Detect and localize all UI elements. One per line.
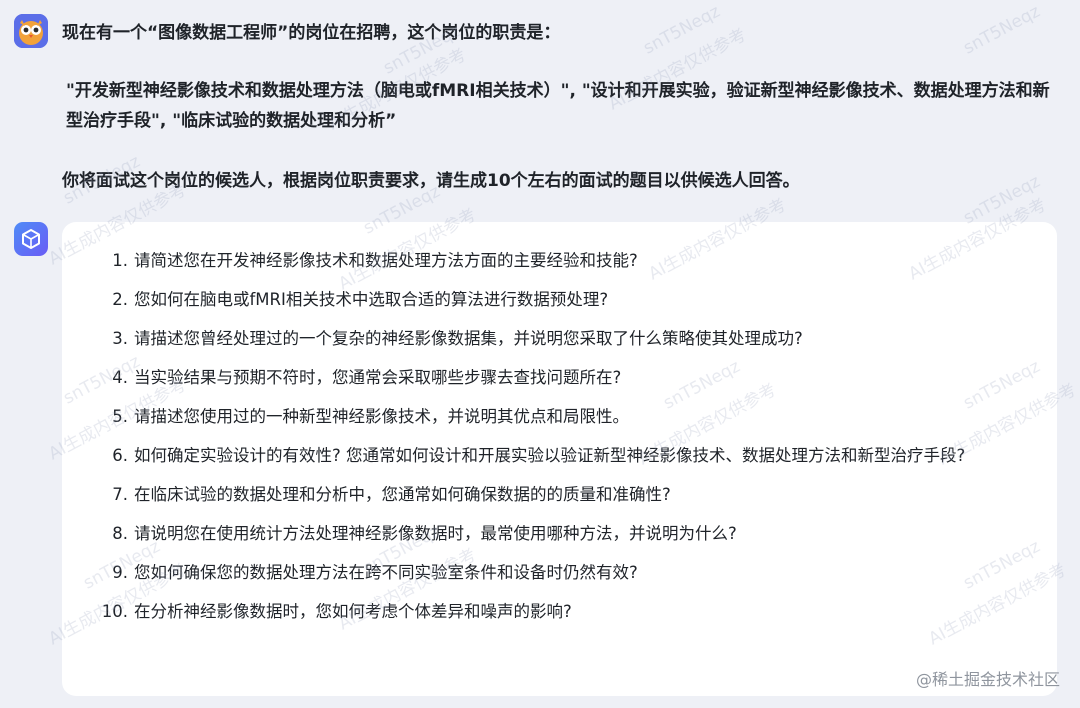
list-item: 3. 请描述您曾经处理过的一个复杂的神经影像数据集，并说明您采取了什么策略使其处理…	[62, 324, 1057, 354]
list-item: 6. 如何确定实验设计的有效性? 您通常如何设计和开展实验以验证新型神经影像技术、…	[62, 441, 1057, 471]
list-item: 1. 请简述您在开发神经影像技术和数据处理方法方面的主要经验和技能?	[62, 246, 1057, 276]
list-item-number: 1.	[112, 251, 128, 270]
user-avatar	[14, 14, 48, 48]
list-item-number: 8.	[112, 524, 128, 543]
list-item-text: 您如何确保您的数据处理方法在跨不同实验室条件和设备时仍然有效?	[134, 563, 638, 582]
user-message-line-1: 现在有一个“图像数据工程师”的岗位在招聘，这个岗位的职责是：	[62, 23, 561, 43]
list-item-number: 4.	[112, 368, 128, 387]
list-item: 2. 您如何在脑电或fMRI相关技术中选取合适的算法进行数据预处理?	[62, 285, 1057, 315]
list-item-text: 在分析神经影像数据时，您如何考虑个体差异和噪声的影响?	[134, 602, 572, 621]
list-item: 8. 请说明您在使用统计方法处理神经影像数据时，最常使用哪种方法，并说明为什么?	[62, 519, 1057, 549]
user-message: 现在有一个“图像数据工程师”的岗位在招聘，这个岗位的职责是： "开发新型神经影像…	[62, 18, 1057, 196]
list-item-number: 3.	[112, 329, 128, 348]
list-item: 9. 您如何确保您的数据处理方法在跨不同实验室条件和设备时仍然有效?	[62, 558, 1057, 588]
list-item-text: 请说明您在使用统计方法处理神经影像数据时，最常使用哪种方法，并说明为什么?	[134, 524, 737, 543]
list-item-text: 请描述您曾经处理过的一个复杂的神经影像数据集，并说明您采取了什么策略使其处理成功…	[134, 329, 803, 348]
list-item: 10. 在分析神经影像数据时，您如何考虑个体差异和噪声的影响?	[62, 597, 1057, 627]
list-item-number: 10.	[101, 602, 128, 621]
bot-avatar	[14, 222, 48, 256]
list-item-text: 如何确定实验设计的有效性? 您通常如何设计和开展实验以验证新型神经影像技术、数据…	[134, 446, 966, 465]
list-item: 7. 在临床试验的数据处理和分析中，您通常如何确保数据的的质量和准确性?	[62, 480, 1057, 510]
user-message-line-2: "开发新型神经影像技术和数据处理方法（脑电或fMRI相关技术）", "设计和开展…	[66, 81, 1050, 131]
list-item-number: 2.	[112, 290, 128, 309]
user-message-line-3: 你将面试这个岗位的候选人，根据岗位职责要求，请生成10个左右的面试的题目以供候选…	[62, 171, 800, 191]
list-item: 4. 当实验结果与预期不符时，您通常会采取哪些步骤去查找问题所在?	[62, 363, 1057, 393]
list-item-text: 在临床试验的数据处理和分析中，您通常如何确保数据的的质量和准确性?	[134, 485, 671, 504]
owl-avatar-icon	[14, 14, 48, 48]
list-item-number: 9.	[112, 563, 128, 582]
list-item-text: 请描述您使用过的一种新型神经影像技术，并说明其优点和局限性。	[134, 407, 629, 426]
answer-list: 1. 请简述您在开发神经影像技术和数据处理方法方面的主要经验和技能? 2. 您如何在…	[62, 246, 1057, 636]
juejin-community-logo: @稀土掘金技术社区	[915, 670, 1060, 689]
list-item: 5. 请描述您使用过的一种新型神经影像技术，并说明其优点和局限性。	[62, 402, 1057, 432]
list-item-number: 6.	[112, 446, 128, 465]
list-item-number: 5.	[112, 407, 128, 426]
list-item-text: 您如何在脑电或fMRI相关技术中选取合适的算法进行数据预处理?	[134, 290, 609, 309]
cube-logo-icon	[22, 229, 40, 249]
list-item-text: 请简述您在开发神经影像技术和数据处理方法方面的主要经验和技能?	[134, 251, 638, 270]
list-item-number: 7.	[112, 485, 128, 504]
answer-card: 1. 请简述您在开发神经影像技术和数据处理方法方面的主要经验和技能? 2. 您如何在…	[62, 222, 1057, 696]
list-item-text: 当实验结果与预期不符时，您通常会采取哪些步骤去查找问题所在?	[134, 368, 622, 387]
